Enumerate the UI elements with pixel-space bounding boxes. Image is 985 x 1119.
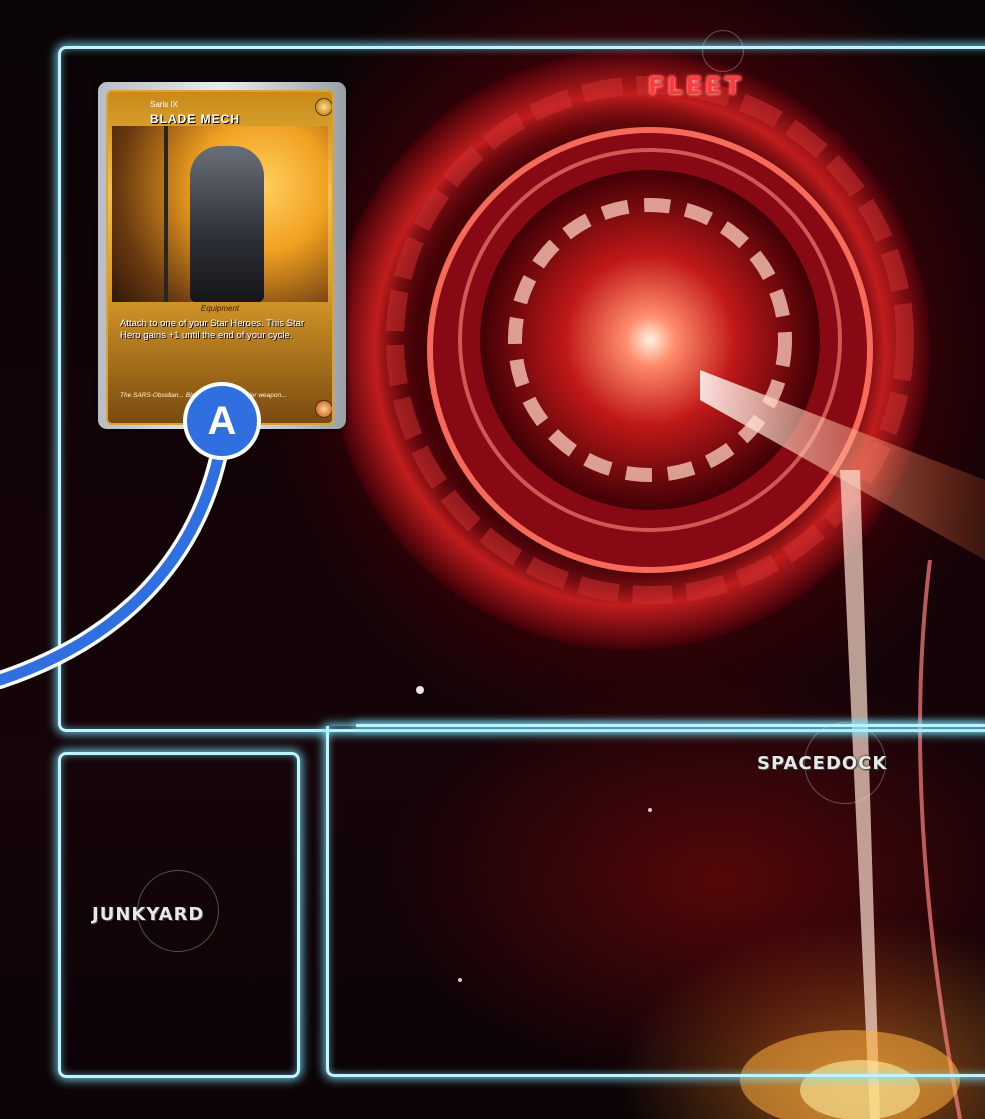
- card-frame: Saris IX BLADE MECH Equipment Attach to …: [106, 90, 334, 425]
- spacedock-zone[interactable]: [326, 726, 985, 1077]
- card-type: Equipment: [200, 304, 240, 313]
- spacedock-divider: [356, 724, 985, 727]
- card-art: [112, 126, 328, 302]
- mech-figure-art: [190, 146, 264, 302]
- game-board: FLEET SPACEDOCK JUNKYARD Saris IX BLADE …: [0, 0, 985, 1119]
- junkyard-label: JUNKYARD: [92, 904, 205, 925]
- spacedock-label: SPACEDOCK: [757, 753, 888, 774]
- fleet-emblem: [702, 30, 744, 72]
- callout-marker-a: A: [183, 382, 261, 460]
- card-stat-icon: [315, 400, 332, 418]
- card-name: BLADE MECH: [150, 112, 240, 126]
- card-ability-text: Attach to one of your Star Heroes. This …: [120, 318, 305, 341]
- spear-art: [164, 126, 168, 302]
- card-cost-icon: [315, 98, 332, 116]
- blade-mech-card[interactable]: Saris IX BLADE MECH Equipment Attach to …: [98, 82, 346, 429]
- card-faction: Saris IX: [150, 100, 179, 109]
- fleet-label: FLEET: [648, 72, 744, 100]
